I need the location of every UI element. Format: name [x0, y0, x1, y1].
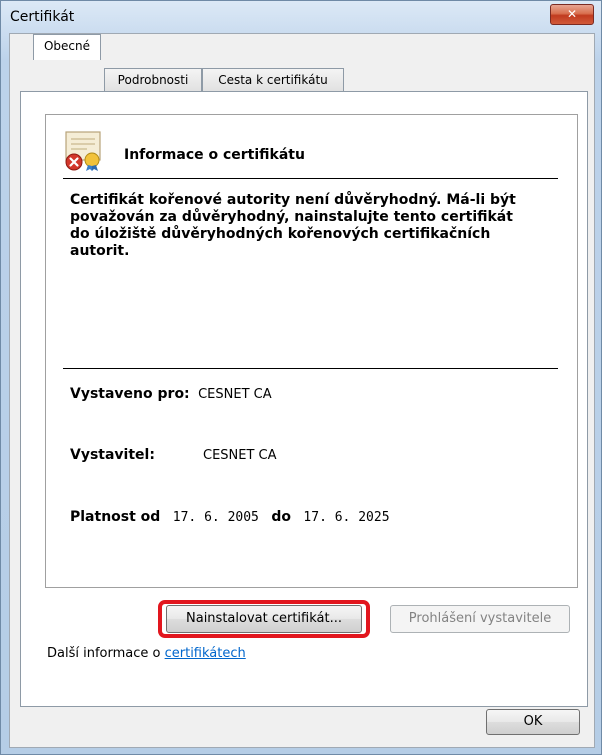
issued-to-value: CESNET CA	[198, 387, 272, 402]
close-button[interactable]: ✕	[550, 4, 594, 25]
window-title: Certifikát	[10, 9, 75, 25]
tab-general-label: Obecné	[43, 39, 91, 53]
ok-button[interactable]: OK	[486, 709, 580, 735]
tab-details[interactable]: Podrobnosti	[104, 68, 202, 91]
issuer-statement-button[interactable]: Prohlášení vystavitele	[390, 605, 570, 633]
error-icon	[65, 153, 83, 171]
install-certificate-button[interactable]: Nainstalovat certifikát...	[166, 605, 362, 633]
valid-to-value: 17. 6. 2025	[303, 510, 390, 525]
certificates-link[interactable]: certifikátech	[165, 646, 246, 661]
tab-certification-path-label: Cesta k certifikátu	[218, 73, 328, 87]
details-divider	[63, 368, 558, 369]
more-info-text: Další informace o certifikátech	[47, 646, 246, 661]
info-heading: Informace o certifikátu	[124, 147, 305, 163]
tab-details-label: Podrobnosti	[117, 73, 189, 87]
issuer-label: Vystavitel:	[70, 447, 155, 463]
validity-row: Platnost od 17. 6. 2005 do 17. 6. 2025	[70, 509, 390, 525]
valid-from-label: Platnost od	[70, 509, 161, 525]
tab-general[interactable]: Obecné	[33, 34, 101, 60]
certificate-icon	[65, 131, 101, 171]
issued-to-row: Vystaveno pro: CESNET CA	[70, 386, 272, 402]
more-info-prefix: Další informace o	[47, 646, 165, 661]
tab-certification-path[interactable]: Cesta k certifikátu	[202, 68, 344, 91]
issuer-row: Vystavitel:	[70, 447, 155, 463]
issuer-value: CESNET CA	[203, 448, 277, 463]
title-bar[interactable]: Certifikát ✕	[1, 1, 601, 33]
heading-divider	[63, 178, 558, 179]
trust-warning-text: Certifikát kořenové autority není důvěry…	[70, 192, 516, 259]
issued-to-label: Vystaveno pro:	[70, 386, 190, 402]
valid-to-label: do	[271, 509, 291, 525]
close-icon: ✕	[566, 7, 578, 21]
valid-from-value: 17. 6. 2005	[172, 510, 259, 525]
